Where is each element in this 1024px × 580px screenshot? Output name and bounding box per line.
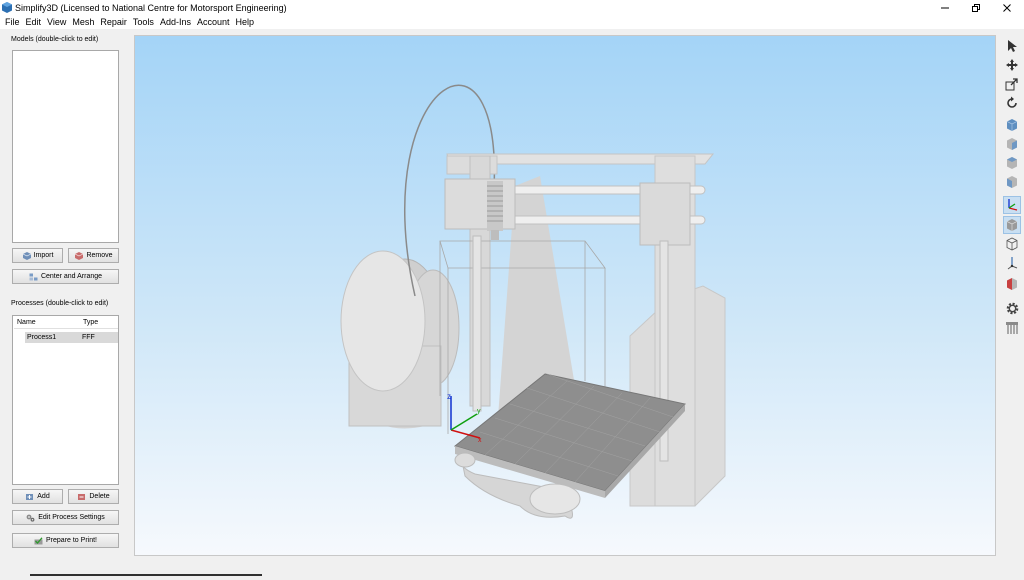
models-list[interactable]: [12, 50, 119, 243]
window-title: Simplify3D (Licensed to National Centre …: [15, 3, 287, 13]
axes-icon: [1008, 199, 1018, 211]
settings-tool[interactable]: [1003, 299, 1021, 317]
rotate-tool[interactable]: [1003, 94, 1021, 112]
wireframe-view-toggle[interactable]: [1003, 235, 1021, 253]
scale-tool[interactable]: [1003, 75, 1021, 93]
remove-button[interactable]: Remove: [68, 248, 119, 263]
remove-cube-icon: [75, 251, 84, 260]
select-tool[interactable]: [1003, 37, 1021, 55]
minimize-icon: [941, 7, 949, 9]
solid-view-icon: [1006, 219, 1018, 231]
restore-icon: [972, 4, 980, 12]
z-axis-label: z: [447, 392, 451, 401]
menu-bar: File Edit View Mesh Repair Tools Add-Ins…: [0, 16, 1024, 29]
processes-table-header: Name Type: [14, 317, 118, 329]
processes-table[interactable]: Name Type Process1 FFF: [12, 315, 119, 485]
view-default-icon: [1006, 119, 1018, 131]
right-toolbar: [1000, 35, 1024, 345]
prepare-to-print-button[interactable]: Prepare to Print!: [12, 533, 119, 548]
printer-check-icon: [34, 536, 43, 544]
status-bar: [0, 560, 1024, 580]
menu-edit[interactable]: Edit: [24, 16, 46, 29]
column-type[interactable]: Type: [83, 319, 98, 326]
menu-add-ins[interactable]: Add-Ins: [158, 16, 195, 29]
origin-toggle[interactable]: [1003, 254, 1021, 272]
models-group-label: Models (double-click to edit): [11, 36, 99, 43]
delete-process-button[interactable]: Delete: [68, 489, 119, 504]
wireframe-view-icon: [1006, 237, 1018, 251]
processes-group-label: Processes (double-click to edit): [11, 300, 109, 307]
left-panel: Models (double-click to edit) Import Rem…: [0, 30, 133, 576]
printer-scene: z x y: [340, 84, 726, 519]
add-label: Add: [37, 493, 50, 500]
process-name-cell: Process1: [27, 334, 57, 341]
title-bar: Simplify3D (Licensed to National Centre …: [0, 0, 1024, 16]
menu-view[interactable]: View: [45, 16, 70, 29]
prepare-to-print-label: Prepare to Print!: [46, 537, 97, 544]
status-progress-line: [30, 574, 262, 576]
close-icon: [1003, 4, 1011, 12]
x-carriage: [444, 178, 516, 230]
axes-toggle[interactable]: [1003, 196, 1021, 214]
x-axis-label: x: [478, 437, 482, 444]
origin-icon: [1007, 257, 1018, 270]
remove-label: Remove: [86, 252, 113, 259]
support-structures-icon: [1006, 322, 1018, 334]
move-icon: [1006, 59, 1018, 71]
view-top-icon: [1007, 157, 1017, 169]
column-name[interactable]: Name: [17, 319, 36, 326]
menu-help[interactable]: Help: [234, 16, 259, 29]
settings-gears-icon: [26, 514, 35, 522]
edit-process-settings-button[interactable]: Edit Process Settings: [12, 510, 119, 525]
delete-process-icon: [78, 493, 86, 500]
menu-mesh[interactable]: Mesh: [70, 16, 98, 29]
add-process-button[interactable]: Add: [12, 489, 63, 504]
3d-viewport[interactable]: z x y: [134, 35, 996, 556]
filament-spool: [340, 250, 460, 429]
y-axis-label: y: [477, 408, 481, 415]
cross-section-toggle[interactable]: [1003, 275, 1021, 293]
view-front-tool[interactable]: [1003, 135, 1021, 153]
scale-icon: [1005, 78, 1018, 91]
center-and-arrange-button[interactable]: Center and Arrange: [12, 269, 119, 284]
import-cube-icon: [22, 251, 31, 260]
app-logo-icon: [2, 2, 12, 13]
select-icon: [1008, 40, 1017, 52]
import-button[interactable]: Import: [12, 248, 63, 263]
settings-gear-icon: [1006, 302, 1018, 314]
process-type-cell: FFF: [82, 334, 95, 341]
support-structures-tool[interactable]: [1003, 319, 1021, 337]
arrange-icon: [29, 273, 38, 280]
close-button[interactable]: [991, 0, 1023, 16]
edit-process-settings-label: Edit Process Settings: [38, 514, 105, 521]
center-and-arrange-label: Center and Arrange: [40, 273, 103, 280]
view-top-tool[interactable]: [1003, 154, 1021, 172]
table-row[interactable]: Process1 FFF: [25, 332, 118, 343]
view-side-tool[interactable]: [1003, 173, 1021, 191]
import-label: Import: [33, 252, 54, 259]
menu-repair[interactable]: Repair: [98, 16, 131, 29]
view-front-icon: [1007, 138, 1017, 150]
move-tool[interactable]: [1003, 56, 1021, 74]
menu-account[interactable]: Account: [195, 16, 234, 29]
menu-tools[interactable]: Tools: [131, 16, 158, 29]
solid-view-toggle[interactable]: [1003, 216, 1021, 234]
cross-section-icon: [1007, 278, 1017, 290]
minimize-button[interactable]: [929, 0, 961, 16]
view-side-icon: [1007, 176, 1017, 188]
view-default-tool[interactable]: [1003, 116, 1021, 134]
restore-button[interactable]: [960, 0, 992, 16]
delete-label: Delete: [89, 493, 110, 500]
add-process-icon: [26, 493, 34, 500]
rotate-icon: [1007, 96, 1017, 108]
menu-file[interactable]: File: [3, 16, 24, 29]
